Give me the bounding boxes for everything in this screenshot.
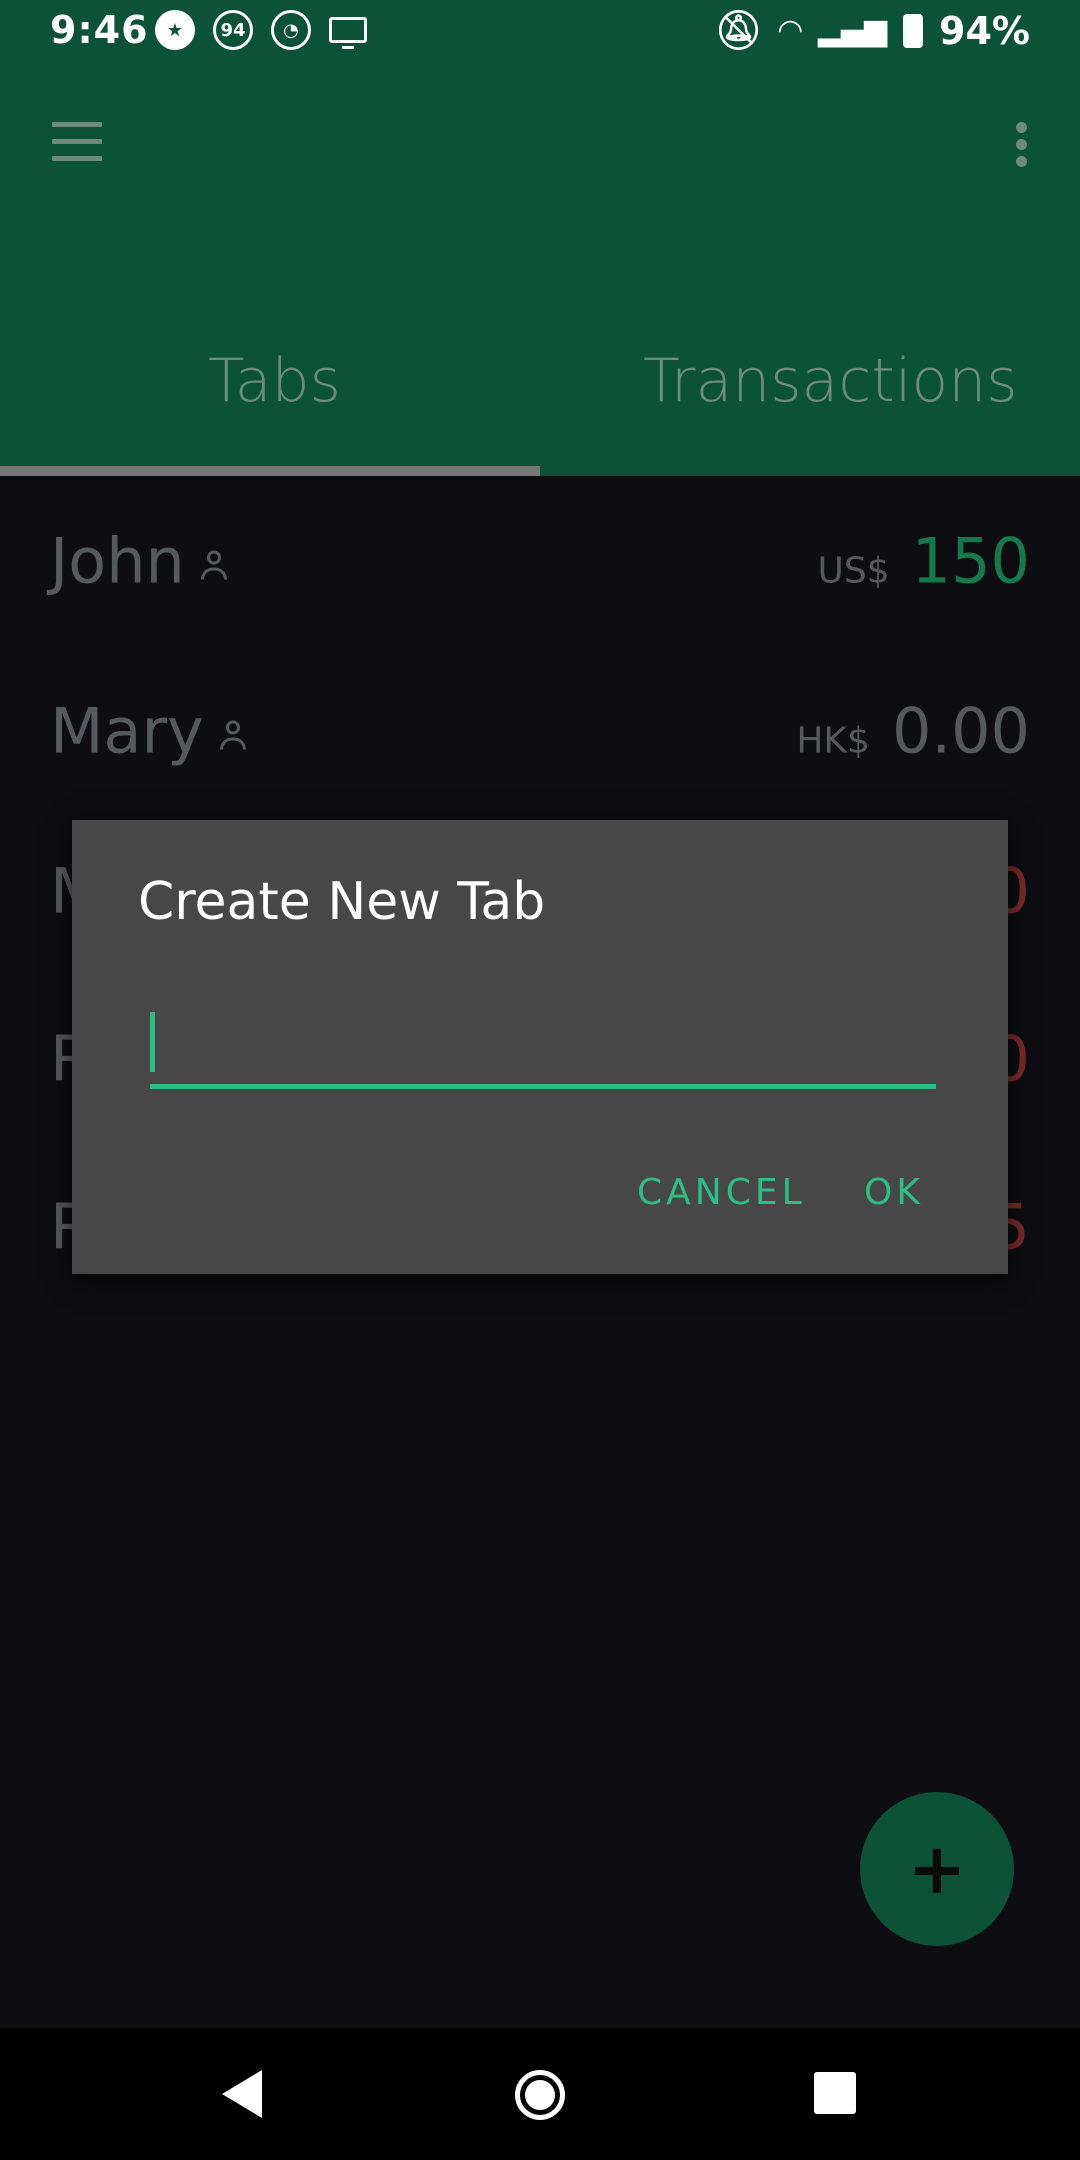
tab-name-input[interactable]	[150, 1012, 936, 1089]
dialog-title: Create New Tab	[138, 872, 546, 932]
tab-indicator	[0, 466, 540, 476]
balance-value: 0.00	[891, 694, 1030, 768]
tab-transactions[interactable]: Transactions	[643, 346, 1018, 416]
system-icons: 🔕︎ ◠ ▂▄▆ 94%	[714, 8, 1030, 53]
cancel-button[interactable]: CANCEL	[637, 1172, 806, 1213]
text-cursor	[150, 1012, 155, 1072]
arc-icon: ◔	[271, 10, 311, 50]
more-options-icon[interactable]	[1016, 122, 1028, 170]
signal-icon: ▂▄▆	[817, 13, 888, 48]
currency-label: HK$	[796, 720, 870, 762]
navigation-bar	[0, 2028, 1080, 2160]
balance-value: 150	[911, 524, 1030, 598]
tab-name: Mary	[50, 694, 204, 768]
tab-name: John	[50, 524, 185, 598]
list-item[interactable]: John US$ 150	[0, 476, 1080, 646]
person-icon	[219, 720, 246, 750]
menu-icon[interactable]	[52, 122, 102, 162]
wifi-icon: ◠	[778, 13, 802, 48]
create-tab-dialog: Create New Tab CANCEL OK	[72, 820, 1008, 1274]
starbucks-icon: ★	[155, 10, 195, 50]
home-icon[interactable]	[515, 2070, 565, 2120]
status-time: 9:46	[50, 8, 149, 52]
add-button[interactable]: +	[860, 1792, 1014, 1946]
route-94-icon: 94	[213, 10, 253, 50]
battery-charging-icon	[903, 13, 924, 48]
ok-button[interactable]: OK	[864, 1172, 924, 1213]
recents-icon[interactable]	[814, 2072, 856, 2114]
currency-label: US$	[817, 550, 890, 592]
plus-icon: +	[907, 1828, 967, 1910]
list-item[interactable]: Mary HK$ 0.00	[0, 646, 1080, 816]
app-bar: Tabs Transactions	[0, 66, 1080, 476]
status-bar: 9:46 ★ 94 ◔ 🔕︎ ◠ ▂▄▆ 94%	[0, 0, 1080, 66]
monitor-icon	[329, 17, 367, 49]
back-icon[interactable]	[222, 2070, 262, 2118]
battery-percent: 94%	[939, 8, 1030, 53]
notification-icons: ★ 94 ◔	[155, 10, 367, 50]
bell-off-icon: 🔕︎	[714, 8, 763, 52]
person-icon	[200, 550, 227, 580]
tab-tabs[interactable]: Tabs	[208, 346, 341, 416]
route-94-label: 94	[220, 19, 246, 41]
